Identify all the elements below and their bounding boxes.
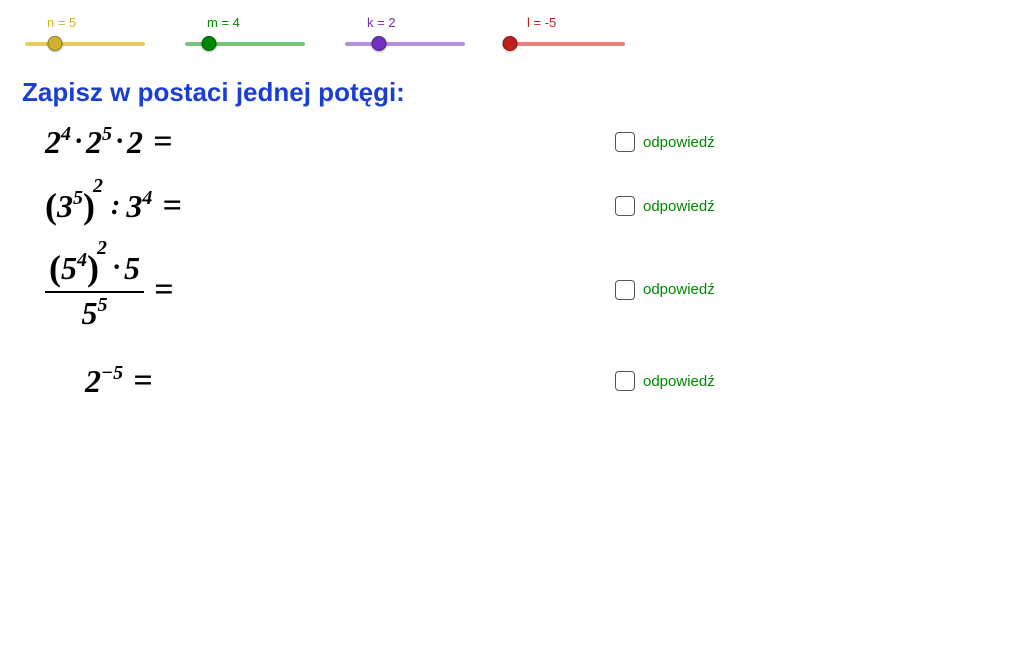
equation-row-2: (35)2:34= odpowiedź: [0, 185, 1024, 227]
answer-label-1: odpowiedź: [643, 134, 715, 151]
slider-l[interactable]: l = -5: [505, 15, 625, 52]
slider-k-track: [345, 42, 465, 46]
answer-label-3: odpowiedź: [643, 281, 715, 298]
slider-n[interactable]: n = 5: [25, 15, 145, 52]
slider-k-label: k = 2: [345, 15, 465, 30]
equation-1: 24·25·2=: [45, 123, 615, 161]
equation-row-1: 24·25·2= odpowiedź: [0, 123, 1024, 161]
answer-checkbox-3[interactable]: [615, 280, 635, 300]
slider-k[interactable]: k = 2: [345, 15, 465, 52]
equation-row-3: (54)2·5 55 = odpowiedź: [0, 245, 1024, 334]
slider-m-label: m = 4: [185, 15, 305, 30]
slider-l-track: [505, 42, 625, 46]
equation-4: 2−5=: [45, 362, 615, 400]
page-title: Zapisz w postaci jednej potęgi:: [22, 77, 1024, 108]
answer-checkbox-1[interactable]: [615, 132, 635, 152]
slider-k-thumb[interactable]: [371, 36, 386, 51]
slider-l-label: l = -5: [505, 15, 625, 30]
answer-label-2: odpowiedź: [643, 198, 715, 215]
slider-l-thumb[interactable]: [502, 36, 517, 51]
slider-n-track: [25, 42, 145, 46]
answer-checkbox-4[interactable]: [615, 371, 635, 391]
equation-3: (54)2·5 55 =: [45, 245, 615, 334]
answer-checkbox-2[interactable]: [615, 196, 635, 216]
equation-2: (35)2:34=: [45, 185, 615, 227]
equation-row-4: 2−5= odpowiedź: [0, 362, 1024, 400]
slider-n-thumb[interactable]: [48, 36, 63, 51]
slider-m[interactable]: m = 4: [185, 15, 305, 52]
slider-n-label: n = 5: [25, 15, 145, 30]
slider-panel: n = 5 m = 4 k = 2 l = -5: [0, 0, 1024, 52]
answer-label-4: odpowiedź: [643, 373, 715, 390]
slider-m-thumb[interactable]: [202, 36, 217, 51]
